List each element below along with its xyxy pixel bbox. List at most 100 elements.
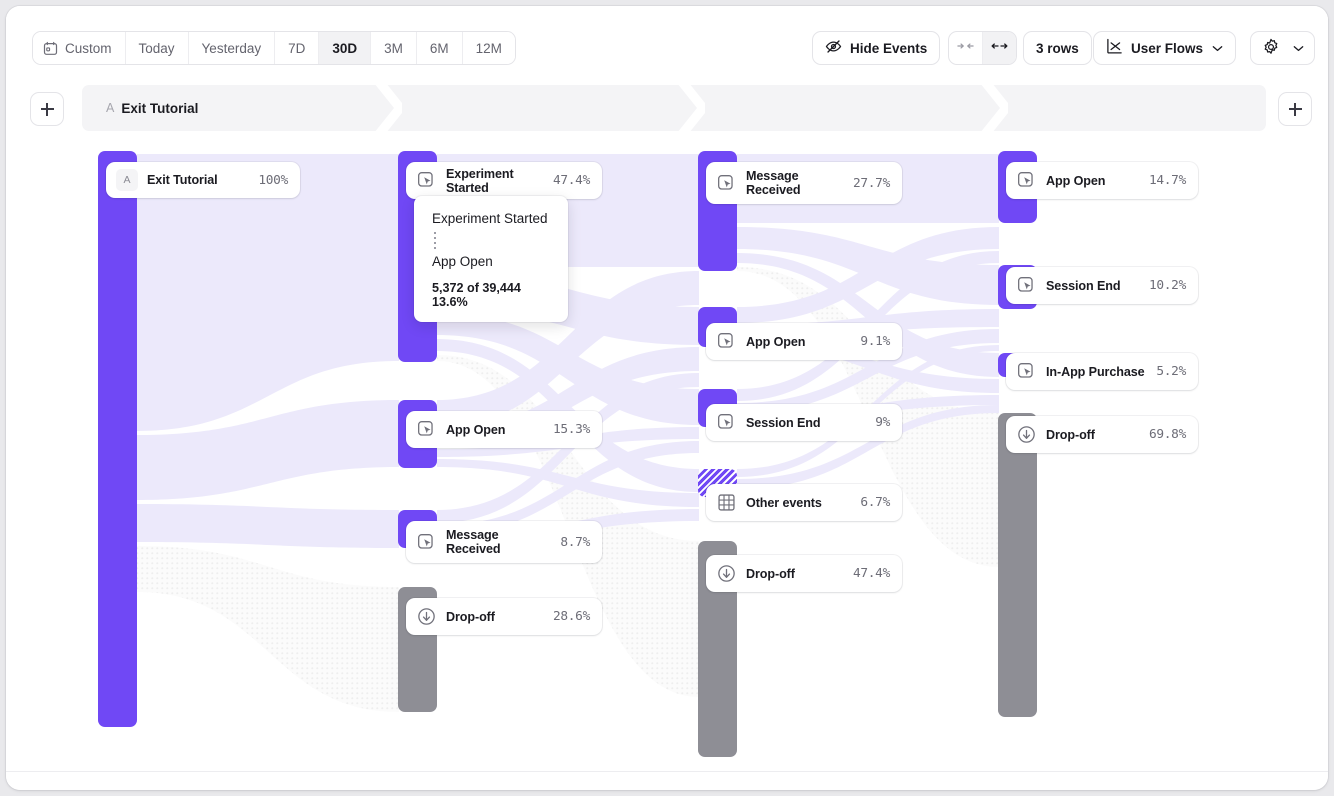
- node-percent: 6.7%: [860, 495, 890, 510]
- fit-mode-toggle[interactable]: [948, 31, 1017, 65]
- rows-button[interactable]: 3 rows: [1023, 31, 1092, 65]
- node-label: App Open: [746, 335, 850, 349]
- settings-dropdown[interactable]: [1250, 31, 1315, 65]
- tooltip-from-label: Experiment Started: [432, 210, 552, 228]
- cursor-click-icon: [716, 173, 737, 194]
- user-flows-window: Custom Today Yesterday 7D 30D 3M 6M 12M …: [6, 6, 1328, 790]
- node-session-end-c3[interactable]: Session End 10.2%: [1006, 267, 1198, 304]
- date-range-custom[interactable]: Custom: [33, 32, 126, 64]
- node-dropoff-c3[interactable]: Drop-off 69.8%: [1006, 416, 1198, 453]
- add-step-right-button[interactable]: [1278, 92, 1312, 126]
- node-label: Exit Tutorial: [147, 173, 248, 187]
- cursor-click-icon: [416, 170, 437, 191]
- date-range-30d[interactable]: 30D: [319, 32, 371, 64]
- date-range-yesterday[interactable]: Yesterday: [189, 32, 276, 64]
- step-header: A Exit Tutorial: [82, 85, 1266, 131]
- cursor-click-icon: [716, 331, 737, 352]
- cursor-click-icon: [716, 412, 737, 433]
- collapse-horizontal-button[interactable]: [949, 32, 983, 64]
- flow-chart-icon: [1106, 38, 1123, 58]
- step-tag: A: [106, 101, 114, 115]
- step-header-cell-0[interactable]: A Exit Tutorial: [82, 85, 402, 131]
- tooltip-connector: [434, 232, 436, 249]
- date-range-segmented-control[interactable]: Custom Today Yesterday 7D 30D 3M 6M 12M: [32, 31, 516, 65]
- tooltip-to-label: App Open: [432, 253, 552, 271]
- calendar-icon: [43, 41, 58, 56]
- node-label: Drop-off: [446, 610, 543, 624]
- date-range-7d[interactable]: 7D: [275, 32, 319, 64]
- date-range-custom-label: Custom: [65, 41, 112, 56]
- node-label: App Open: [446, 423, 543, 437]
- drop-off-icon: [1016, 424, 1037, 445]
- node-label: Message Received: [746, 169, 843, 197]
- cursor-click-icon: [416, 419, 437, 440]
- collapse-horizontal-icon: [957, 39, 974, 57]
- cursor-click-icon: [1016, 361, 1037, 382]
- cursor-click-icon: [416, 532, 437, 553]
- tag-a-icon: A: [116, 169, 138, 191]
- expand-horizontal-button[interactable]: [983, 32, 1016, 64]
- node-percent: 5.2%: [1156, 364, 1186, 379]
- date-range-3m[interactable]: 3M: [371, 32, 417, 64]
- window-footer: [6, 771, 1328, 790]
- node-other-events-c2[interactable]: Other events 6.7%: [706, 484, 902, 521]
- step-separator-1: [675, 85, 705, 131]
- node-experiment-started[interactable]: Experiment Started 47.4%: [406, 162, 602, 199]
- node-label: Message Received: [446, 528, 550, 556]
- node-percent: 69.8%: [1149, 427, 1186, 442]
- node-label: Drop-off: [746, 567, 843, 581]
- node-label: Other events: [746, 496, 850, 510]
- eye-off-icon: [825, 38, 842, 58]
- node-percent: 100%: [258, 173, 288, 188]
- node-percent: 47.4%: [853, 566, 890, 581]
- view-type-dropdown[interactable]: User Flows: [1093, 31, 1236, 65]
- date-range-6m[interactable]: 6M: [417, 32, 463, 64]
- drop-off-icon: [416, 606, 437, 627]
- node-app-open-c1[interactable]: App Open 15.3%: [406, 411, 602, 448]
- add-step-left-button[interactable]: [30, 92, 64, 126]
- cursor-click-icon: [1016, 170, 1037, 191]
- step-header-cell-2[interactable]: [688, 85, 1002, 131]
- expand-horizontal-icon: [991, 39, 1008, 57]
- node-label: Drop-off: [1046, 428, 1139, 442]
- node-message-received-c1[interactable]: Message Received 8.7%: [406, 521, 602, 563]
- bar-exit-tutorial[interactable]: [98, 151, 137, 727]
- node-percent: 14.7%: [1149, 173, 1186, 188]
- node-label: In-App Purchase: [1046, 365, 1146, 379]
- node-message-received-c2[interactable]: Message Received 27.7%: [706, 162, 902, 204]
- view-type-label: User Flows: [1131, 41, 1203, 56]
- rows-label: 3 rows: [1036, 41, 1079, 56]
- node-percent: 15.3%: [553, 422, 590, 437]
- node-exit-tutorial[interactable]: A Exit Tutorial 100%: [106, 162, 300, 198]
- node-percent: 47.4%: [553, 173, 590, 188]
- node-percent: 9.1%: [860, 334, 890, 349]
- node-percent: 9%: [875, 415, 890, 430]
- flow-tooltip: Experiment Started App Open 5,372 of 39,…: [414, 196, 568, 322]
- drop-off-icon: [716, 563, 737, 584]
- node-session-end-c2[interactable]: Session End 9%: [706, 404, 902, 441]
- step-separator-0: [372, 85, 402, 131]
- chevron-down-icon: [1212, 45, 1223, 52]
- grid-icon: [716, 492, 737, 513]
- node-percent: 8.7%: [560, 535, 590, 550]
- step-separator-2: [978, 85, 1008, 131]
- tooltip-value: 5,372 of 39,444 13.6%: [432, 281, 552, 309]
- step-header-cell-1[interactable]: [388, 85, 702, 131]
- node-dropoff-c1[interactable]: Drop-off 28.6%: [406, 598, 602, 635]
- sankey-canvas: A Exit Tutorial 100% Experiment Started …: [6, 137, 1328, 777]
- gear-icon: [1262, 38, 1280, 59]
- date-range-12m[interactable]: 12M: [463, 32, 515, 64]
- step-header-cell-3[interactable]: [988, 85, 1266, 131]
- node-app-open-c3[interactable]: App Open 14.7%: [1006, 162, 1198, 199]
- node-app-open-c2[interactable]: App Open 9.1%: [706, 323, 902, 360]
- bar-dropoff-c3[interactable]: [998, 413, 1037, 717]
- chevron-down-icon: [1293, 45, 1304, 52]
- hide-events-button[interactable]: Hide Events: [812, 31, 940, 65]
- date-range-today[interactable]: Today: [126, 32, 189, 64]
- node-in-app-purchase-c3[interactable]: In-App Purchase 5.2%: [1006, 353, 1198, 390]
- node-percent: 10.2%: [1149, 278, 1186, 293]
- node-label: Experiment Started: [446, 167, 543, 195]
- flow-ribbons: [6, 137, 1328, 777]
- node-dropoff-c2[interactable]: Drop-off 47.4%: [706, 555, 902, 592]
- step-label: Exit Tutorial: [121, 101, 198, 116]
